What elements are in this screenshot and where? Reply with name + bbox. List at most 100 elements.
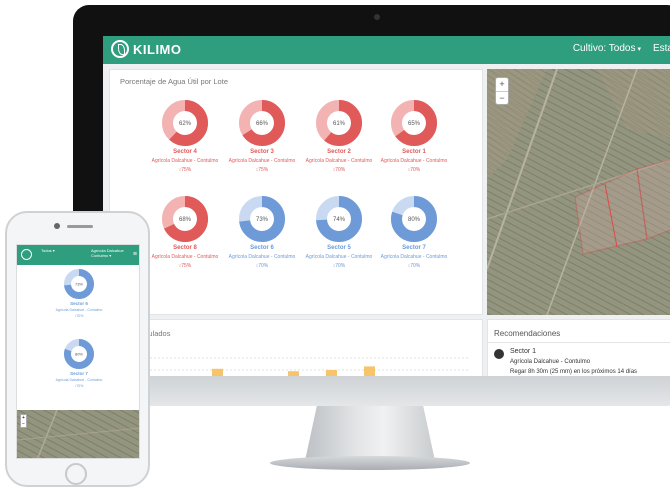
recommendations-card: Recomendaciones Sector 1 Agrícola Dalcah…: [487, 319, 670, 381]
donut-chart: 68%: [162, 196, 208, 242]
crop-filter-dropdown[interactable]: Cultivo: Todos ▾: [573, 43, 641, 54]
lot-farm: Agrícola Dalcahue - Contulmo: [55, 378, 103, 382]
monitor-frame: KILIMO Cultivo: Todos▾ Esta Porcentaje d…: [73, 5, 670, 387]
lot-farm: Agrícola Dalcahue - Contulmo: [305, 254, 373, 260]
brand-name: KILIMO: [133, 41, 182, 57]
donut-chart: 80%: [391, 196, 437, 242]
lot-sector-8[interactable]: 68% Sector 8 Agrícola Dalcahue - Contulmo ↕…: [148, 196, 222, 269]
donut-label: 80%: [408, 217, 421, 223]
monitor-stand-base: [270, 456, 470, 470]
lot-farm: Agrícola Dalcahue - Contulmo: [228, 158, 296, 164]
donut-label: 80%: [75, 351, 83, 356]
donut-label: 73%: [75, 281, 83, 286]
hamburger-menu-icon[interactable]: ≡: [133, 251, 137, 258]
phone-navbar: Todos ▾ Agrícola Dalcahue Contulmo ▾ ≡: [17, 245, 139, 265]
lot-sector-4[interactable]: 62% Sector 4 Agrícola Dalcahue - Contulmo ↕…: [148, 100, 222, 173]
donut-chart: 73%: [239, 196, 285, 242]
lot-threshold: ↕70%: [74, 314, 84, 318]
donut-label: 68%: [179, 217, 192, 223]
monitor-chin: [73, 376, 670, 406]
lot-name: Sector 1: [402, 149, 426, 155]
donut-label: 61%: [333, 121, 346, 127]
map-imagery: [487, 69, 670, 315]
lot-farm: Agrícola Dalcahue - Contulmo: [55, 308, 103, 312]
recommendation-farm: Agrícola Dalcahue - Contulmo: [510, 359, 591, 365]
lot-name: Sector 8: [173, 245, 197, 251]
recommendations-title: Recomendaciones: [494, 329, 561, 338]
lot-sector-3[interactable]: 66% Sector 3 Agrícola Dalcahue - Contulmo ↕…: [225, 100, 299, 173]
desktop-screen: KILIMO Cultivo: Todos▾ Esta Porcentaje d…: [103, 36, 670, 381]
monitor-stand: [305, 406, 435, 458]
lot-farm: Agrícola Dalcahue - Contulmo: [228, 254, 296, 260]
lot-threshold: ↕70%: [74, 384, 84, 388]
donut-chart: 66%: [239, 100, 285, 146]
recommendation-action: Regar 8h 30m (25 mm) en los próximos 14 …: [510, 369, 638, 375]
donut-chart: 74%: [316, 196, 362, 242]
recommendation-item[interactable]: Sector 1 Agrícola Dalcahue - Contulmo Re…: [494, 348, 637, 379]
phone-screen: Todos ▾ Agrícola Dalcahue Contulmo ▾ ≡ 73…: [16, 244, 140, 459]
lot-farm: Agrícola Dalcahue - Contulmo: [305, 158, 373, 164]
brand-logo[interactable]: KILIMO: [111, 40, 182, 58]
lot-threshold: ↕70%: [332, 167, 346, 173]
lot-sector-2[interactable]: 61% Sector 2 Agrícola Dalcahue - Contulmo ↕…: [302, 100, 376, 173]
phone-lot-sector-6[interactable]: 73% Sector 6 Agrícola Dalcahue - Contulmo ↕…: [17, 269, 139, 318]
kilimo-leaf-icon[interactable]: [21, 249, 32, 260]
lot-name: Sector 4: [173, 149, 197, 155]
donut-chart: 80%: [64, 339, 94, 369]
kilimo-leaf-icon: [111, 40, 129, 58]
map-zoom-control: + −: [495, 77, 509, 105]
donut-label: 65%: [408, 121, 421, 127]
phone-frame: Todos ▾ Agrícola Dalcahue Contulmo ▾ ≡ 73…: [5, 211, 150, 487]
lot-threshold: ↕70%: [407, 167, 421, 173]
riegos-card: iegos acumulados: [109, 319, 483, 381]
top-navbar: KILIMO Cultivo: Todos▾ Esta: [103, 36, 670, 64]
riegos-chart: [150, 357, 470, 381]
lot-name: Sector 5: [327, 245, 351, 251]
lot-farm: Agrícola Dalcahue - Contulmo: [380, 254, 448, 260]
lot-name: Sector 7: [402, 245, 426, 251]
lot-threshold: ↕75%: [178, 167, 192, 173]
phone-home-button[interactable]: [65, 463, 87, 485]
lot-name: Sector 2: [327, 149, 351, 155]
lot-sector-1[interactable]: 65% Sector 1 Agrícola Dalcahue - Contulmo ↕…: [377, 100, 451, 173]
zoom-out-icon[interactable]: −: [22, 421, 25, 427]
satellite-map[interactable]: + −: [487, 69, 670, 315]
card-title: Porcentaje de Agua Útil por Lote: [120, 77, 228, 86]
recommendation-text: Sector 1 Agrícola Dalcahue - Contulmo Re…: [510, 348, 637, 379]
lot-farm: Agrícola Dalcahue - Contulmo: [151, 158, 219, 164]
zoom-out-icon[interactable]: −: [499, 93, 504, 103]
donut-chart: 61%: [316, 100, 362, 146]
nav-item-estadisticas[interactable]: Esta: [653, 43, 670, 54]
phone-map-zoom: + −: [20, 414, 27, 428]
phone-farm-filter[interactable]: Agrícola Dalcahue Contulmo ▾: [91, 248, 124, 258]
donut-label: 62%: [179, 121, 192, 127]
water-percentage-card: Porcentaje de Agua Útil por Lote 62% Sect…: [109, 69, 483, 315]
zoom-in-icon[interactable]: +: [496, 78, 508, 92]
phone-camera: [54, 223, 60, 229]
donut-chart: 62%: [162, 100, 208, 146]
phone-map[interactable]: + −: [17, 410, 139, 458]
lot-name: Sector 6: [70, 301, 88, 306]
lot-sector-5[interactable]: 74% Sector 5 Agrícola Dalcahue - Contulmo ↕…: [302, 196, 376, 269]
lot-threshold: ↕70%: [255, 263, 269, 269]
lot-farm: Agrícola Dalcahue - Contulmo: [380, 158, 448, 164]
donut-label: 66%: [256, 121, 269, 127]
lot-name: Sector 6: [250, 245, 274, 251]
donut-label: 73%: [256, 217, 269, 223]
lot-name: Sector 7: [70, 371, 88, 376]
lot-sector-7[interactable]: 80% Sector 7 Agrícola Dalcahue - Contulmo ↕…: [377, 196, 451, 269]
phone-speaker: [67, 225, 93, 228]
phone-crop-filter[interactable]: Todos ▾: [41, 248, 55, 253]
water-drop-icon: [494, 349, 504, 359]
donut-chart: 73%: [64, 269, 94, 299]
lot-farm: Agrícola Dalcahue - Contulmo: [151, 254, 219, 260]
lot-sector-6[interactable]: 73% Sector 6 Agrícola Dalcahue - Contulmo ↕…: [225, 196, 299, 269]
lot-threshold: ↕70%: [407, 263, 421, 269]
donut-chart: 65%: [391, 100, 437, 146]
lot-threshold: ↕75%: [255, 167, 269, 173]
divider: [488, 342, 670, 343]
donut-label: 74%: [333, 217, 346, 223]
lot-threshold: ↕70%: [332, 263, 346, 269]
phone-lot-sector-7[interactable]: 80% Sector 7 Agrícola Dalcahue - Contulmo ↕…: [17, 339, 139, 388]
caret-down-icon: ▾: [637, 46, 641, 53]
